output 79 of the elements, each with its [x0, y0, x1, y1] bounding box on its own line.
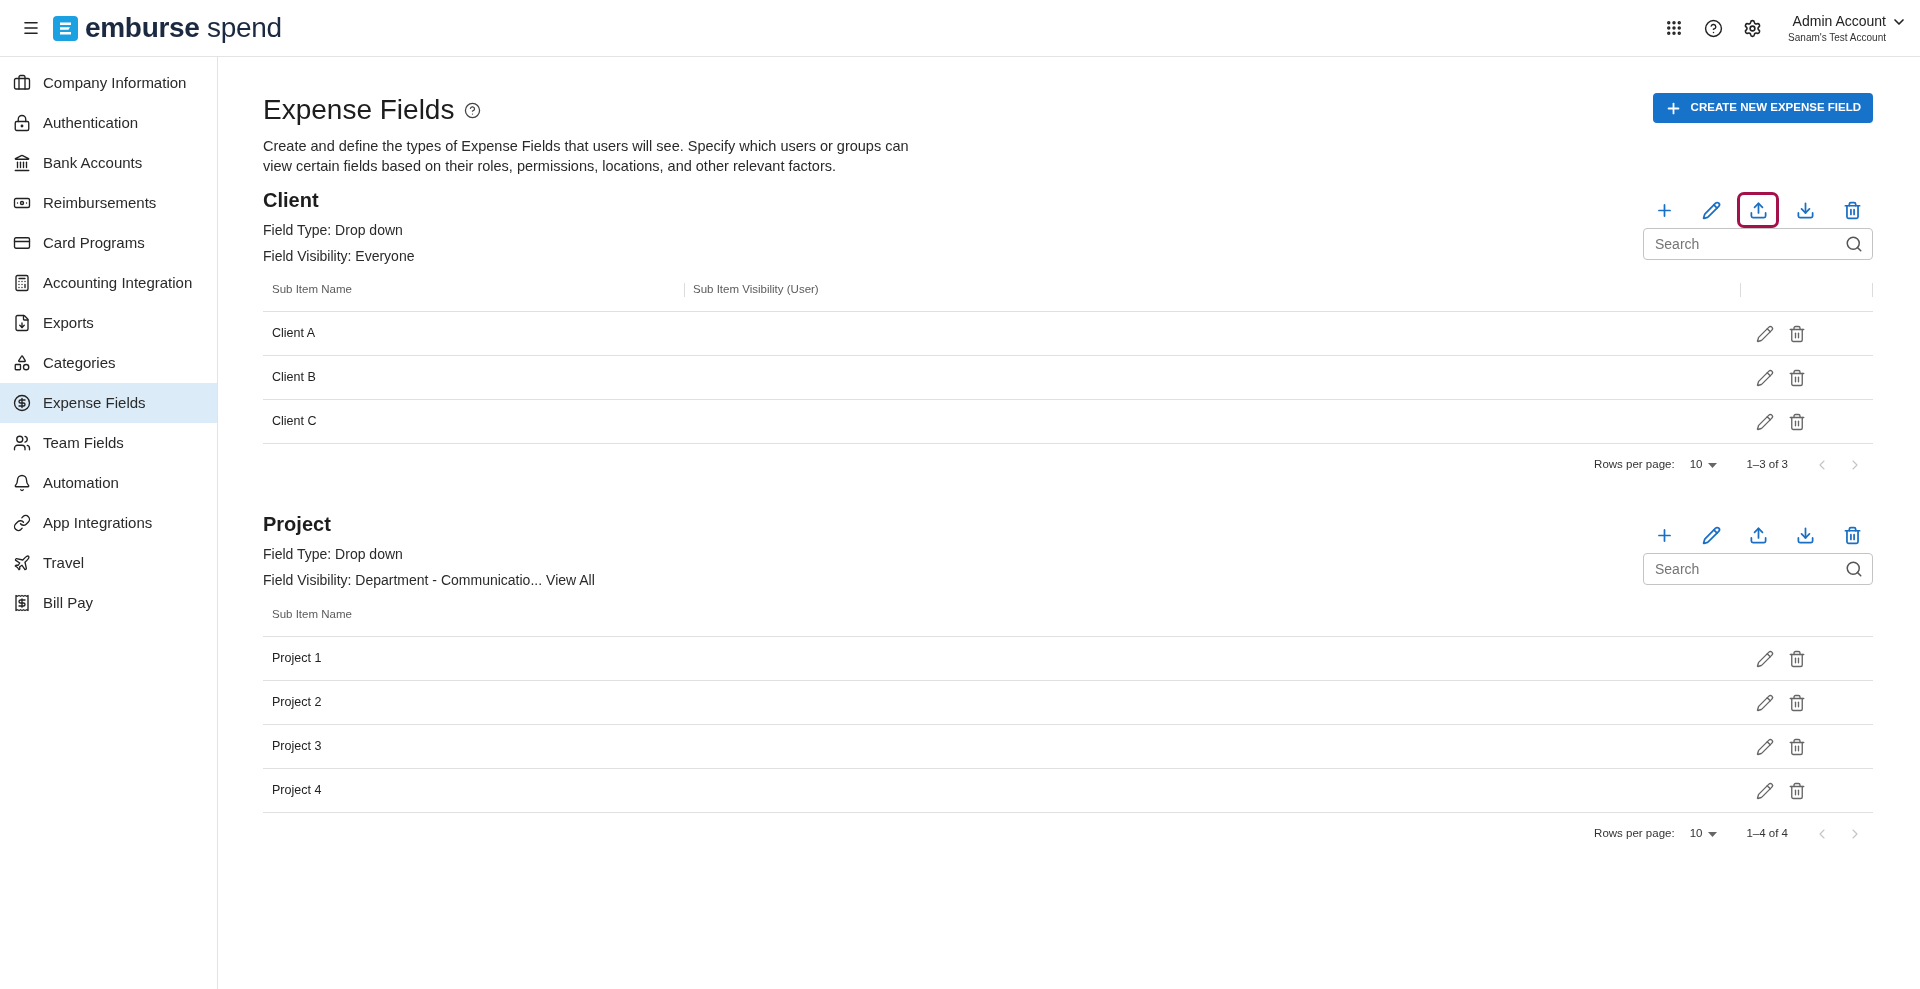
trash-icon: [1788, 324, 1806, 343]
table-cell-text: Project 3: [271, 738, 322, 756]
download-icon: [1795, 200, 1815, 220]
settings-icon: [1742, 18, 1762, 38]
page-range: 1–4 of 4: [1746, 826, 1788, 842]
table-cell-text: Project 4: [271, 782, 322, 800]
rows-per-page-label: Rows per page:: [1594, 457, 1675, 473]
search-field[interactable]: Search: [1643, 553, 1873, 585]
pencil-icon: [1756, 368, 1774, 387]
create-expense-field-button[interactable]: CREATE NEW EXPENSE FIELD: [1652, 93, 1873, 123]
field-visibility: Field Visibility: Everyone: [263, 247, 415, 266]
bank-icon: [13, 154, 31, 172]
download-icon: [1795, 525, 1815, 545]
pencil-icon: [1756, 781, 1774, 800]
account-name: Admin Account: [1792, 12, 1886, 30]
trash-icon: [1788, 368, 1806, 387]
trash-icon: [1788, 412, 1806, 431]
search-field[interactable]: Search: [1643, 228, 1873, 260]
pencil-icon: [1756, 412, 1774, 431]
field-visibility: Field Visibility: Department - Communicatio...: [263, 571, 543, 590]
section-title: Project: [263, 512, 332, 537]
pencil-icon: [1756, 324, 1774, 343]
search-icon: [1845, 560, 1863, 578]
page-title: Expense Fields: [263, 93, 455, 127]
trash-icon: [1842, 525, 1862, 545]
upload-icon: [1748, 200, 1768, 220]
table-cell-text: Client B: [271, 369, 316, 387]
people-icon: [13, 434, 31, 452]
calculator-icon: [13, 274, 31, 292]
pencil-icon: [1756, 737, 1774, 756]
padlock-icon: [13, 114, 31, 132]
bell-icon: [13, 474, 31, 492]
pencil-icon: [1701, 525, 1721, 545]
view-all-link[interactable]: View All: [546, 570, 595, 590]
link-icon: [13, 514, 31, 532]
pencil-icon: [1756, 693, 1774, 712]
page-range: 1–3 of 3: [1746, 457, 1788, 473]
column-header: Sub Item Visibility (User): [692, 281, 819, 297]
document-download-icon: [13, 314, 31, 332]
menu-icon: [22, 19, 40, 37]
column-header: Sub Item Name: [271, 281, 352, 297]
field-type: Field Type: Drop down: [263, 221, 404, 240]
caret-icon: [1708, 462, 1718, 468]
trash-icon: [1842, 200, 1862, 220]
card-icon: [13, 234, 31, 252]
briefcase-icon: [13, 74, 31, 92]
search-icon: [1845, 235, 1863, 253]
airplane-icon: [13, 554, 31, 572]
section-title: Client: [263, 188, 320, 213]
trash-icon: [1788, 649, 1806, 668]
page-size-select[interactable]: 10: [1689, 456, 1718, 474]
shapes-icon: [13, 354, 31, 372]
help-button[interactable]: [1703, 18, 1724, 38]
help-icon: [1703, 18, 1723, 38]
upload-icon: [1748, 525, 1768, 545]
sidebar-item[interactable]: Expense Fields: [0, 383, 217, 423]
caret-icon: [1708, 831, 1718, 837]
table-cell-text: Project 2: [271, 694, 322, 712]
help-icon: [464, 101, 482, 119]
logo-wordmark: emburse spend: [85, 12, 282, 44]
account-organization: Sanam's Test Account: [1788, 31, 1886, 44]
settings-button[interactable]: [1742, 18, 1763, 38]
table-cell-text: Project 1: [271, 650, 322, 668]
table-cell-text: Client A: [271, 325, 316, 343]
table-cell-text: Client C: [271, 413, 317, 431]
rows-per-page-label: Rows per page:: [1594, 826, 1675, 842]
logo-icon: [53, 15, 78, 41]
trash-icon: [1788, 781, 1806, 800]
apps-grid-icon: [1665, 19, 1684, 37]
trash-icon: [1788, 693, 1806, 712]
field-type: Field Type: Drop down: [263, 545, 404, 564]
dollar-circle-icon: [13, 394, 31, 412]
page-description: Create and define the types of Expense Fields that users will see. Specify which users or groups can view certain fields based on their roles, permissions, locations, and other relevant factors.: [263, 137, 910, 176]
pencil-icon: [1756, 649, 1774, 668]
pencil-icon: [1701, 200, 1721, 220]
trash-icon: [1788, 737, 1806, 756]
page-size-select[interactable]: 10: [1689, 825, 1718, 843]
receipt-icon: [13, 594, 31, 612]
column-header: Sub Item Name: [271, 606, 352, 622]
